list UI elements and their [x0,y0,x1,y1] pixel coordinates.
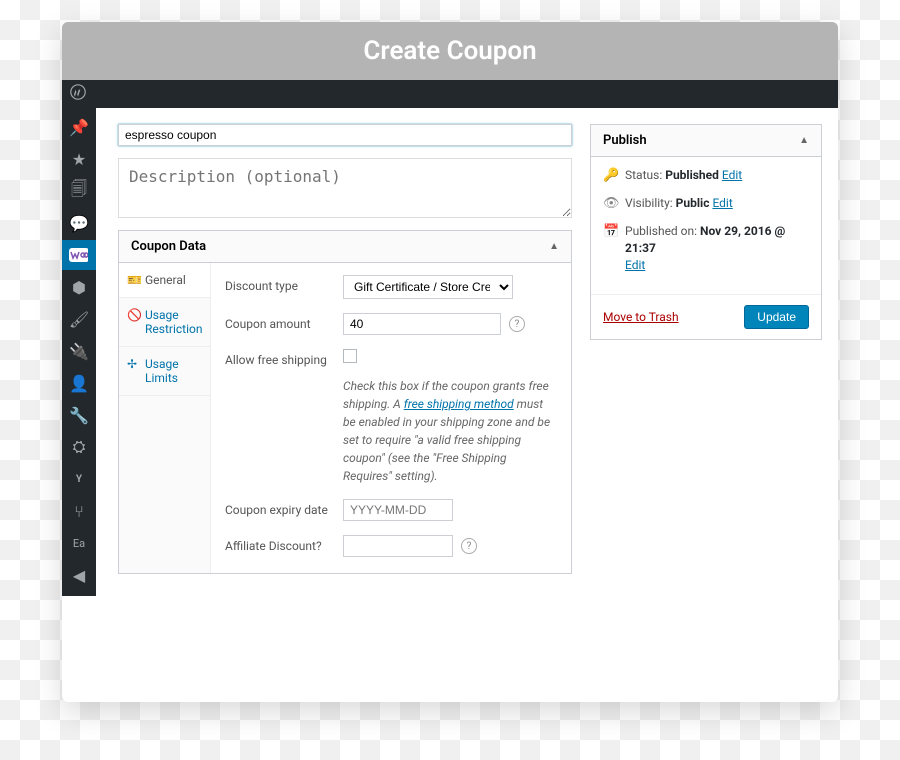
coupon-amount-label: Coupon amount [225,313,343,331]
block-icon: 🚫 [127,308,139,322]
row-free-shipping: Allow free shipping Check this box if th… [225,349,557,485]
publish-body: 🔑 Status: Published Edit 👁 V [591,157,821,294]
published-label: Published on: [625,224,697,238]
free-shipping-description: Check this box if the coupon grants free… [343,377,557,485]
edit-visibility-link[interactable]: Edit [712,196,732,210]
admin-toolbar [62,80,838,108]
visibility-label: Visibility: [625,196,673,210]
menu-item-share[interactable]: ⑂ [62,496,96,526]
help-icon[interactable]: ? [509,316,525,332]
publish-heading-row: Publish ▲ [591,125,821,157]
help-icon[interactable]: ? [461,538,477,554]
row-coupon-amount: Coupon amount ? [225,313,557,335]
coupon-data-body: 🎫 General 🚫 Usage Restriction ✢ Usage Li [119,263,571,573]
admin-shell: 📌 ★ 🗐 💬 ⬢ 🖌 🔌 👤 🔧 ⛭ Y ⑂ Ea ◀ [62,80,838,596]
tab-usage-limits[interactable]: ✢ Usage Limits [119,347,210,396]
discount-type-select[interactable]: Gift Certificate / Store Credit [343,275,513,299]
visibility-value: Public [676,196,710,210]
tab-usage-restriction-label: Usage Restriction [145,308,202,336]
affiliate-input[interactable] [343,535,453,557]
coupon-fields: Discount type Gift Certificate / Store C… [211,263,571,573]
menu-item-comments[interactable]: 💬 [62,208,96,238]
status-label: Status: [625,168,662,182]
wordpress-logo-icon[interactable] [70,84,86,104]
admin-sidemenu: 📌 ★ 🗐 💬 ⬢ 🖌 🔌 👤 🔧 ⛭ Y ⑂ Ea ◀ [62,108,96,596]
publish-heading: Publish [603,133,647,148]
panel-toggle-icon[interactable]: ▲ [549,241,559,252]
coupon-data-heading: Coupon Data ▲ [119,231,571,263]
expiry-label: Coupon expiry date [225,499,343,517]
expiry-input[interactable] [343,499,453,521]
menu-item-products[interactable]: ⬢ [62,272,96,302]
status-value: Published [665,168,719,182]
panel-toggle-icon[interactable]: ▲ [799,135,809,146]
window: Create Coupon 📌 ★ 🗐 💬 ⬢ 🖌 🔌 👤 🔧 ⛭ [62,22,838,702]
free-shipping-label: Allow free shipping [225,349,343,367]
coupon-amount-input[interactable] [343,313,501,335]
admin-body: 📌 ★ 🗐 💬 ⬢ 🖌 🔌 👤 🔧 ⛭ Y ⑂ Ea ◀ [62,108,838,596]
main-content: Coupon Data ▲ 🎫 General 🚫 [96,108,838,596]
publish-panel: Publish ▲ 🔑 Status: Published Edit [590,124,822,340]
menu-item-pages[interactable]: 🗐 [62,176,96,206]
menu-item-pin[interactable]: 📌 [62,112,96,142]
tab-usage-limits-label: Usage Limits [145,357,202,385]
calendar-icon: 📅 [603,223,617,241]
publish-footer: Move to Trash Update [591,294,821,339]
menu-item-settings[interactable]: ⛭ [62,432,96,462]
coupon-description-input[interactable] [118,158,572,218]
eye-icon: 👁 [603,195,617,213]
menu-item-woocommerce[interactable] [62,240,96,270]
ticket-icon: 🎫 [127,273,139,287]
menu-item-ea[interactable]: Ea [62,528,96,558]
row-expiry: Coupon expiry date [225,499,557,521]
discount-type-label: Discount type [225,275,343,293]
visibility-row: 👁 Visibility: Public Edit [603,195,809,213]
menu-item-appearance[interactable]: 🖌 [62,304,96,334]
coupon-tabs: 🎫 General 🚫 Usage Restriction ✢ Usage Li [119,263,211,573]
publish-column: Publish ▲ 🔑 Status: Published Edit [590,124,822,580]
row-discount-type: Discount type Gift Certificate / Store C… [225,275,557,299]
editor-column: Coupon Data ▲ 🎫 General 🚫 [118,124,572,580]
edit-status-link[interactable]: Edit [722,168,742,182]
menu-item-seo[interactable]: Y [62,464,96,494]
published-row: 📅 Published on: Nov 29, 2016 @ 21:37 Edi… [603,223,809,273]
move-to-trash-link[interactable]: Move to Trash [603,310,679,324]
menu-item-tools[interactable]: 🔧 [62,400,96,430]
coupon-title-input[interactable] [118,124,572,146]
tab-general-label: General [145,273,186,287]
coupon-data-title: Coupon Data [131,239,206,254]
menu-item-plugins[interactable]: 🔌 [62,336,96,366]
free-shipping-method-link[interactable]: free shipping method [404,397,514,411]
key-icon: 🔑 [603,167,617,185]
window-title: Create Coupon [62,22,838,80]
row-affiliate: Affiliate Discount? ? [225,535,557,557]
free-shipping-checkbox[interactable] [343,349,357,363]
tab-general[interactable]: 🎫 General [119,263,210,298]
tab-usage-restriction[interactable]: 🚫 Usage Restriction [119,298,210,347]
update-button[interactable]: Update [744,305,809,329]
menu-item-star[interactable]: ★ [62,144,96,174]
menu-item-users[interactable]: 👤 [62,368,96,398]
status-row: 🔑 Status: Published Edit [603,167,809,185]
affiliate-label: Affiliate Discount? [225,535,343,553]
coupon-data-panel: Coupon Data ▲ 🎫 General 🚫 [118,230,572,574]
menu-item-collapse[interactable]: ◀ [62,560,96,590]
limits-icon: ✢ [127,357,139,371]
edit-published-link[interactable]: Edit [625,258,645,272]
